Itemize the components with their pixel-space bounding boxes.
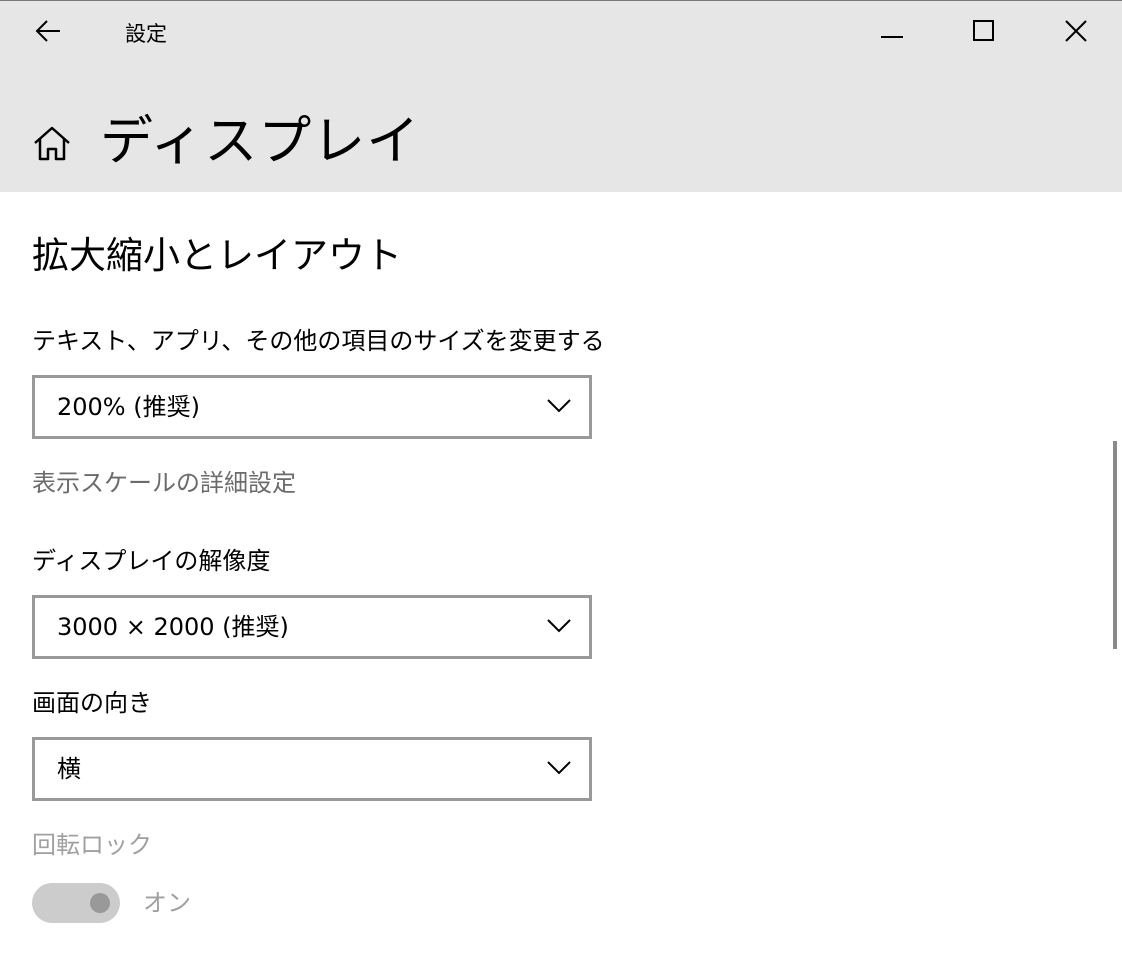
rotation-lock-label: 回転ロック <box>32 831 152 859</box>
chevron-down-icon <box>547 616 571 636</box>
maximize-icon <box>973 20 995 46</box>
resolution-dropdown-value: 3000 × 2000 (推奨) <box>57 613 289 641</box>
scale-label: テキスト、アプリ、その他の項目のサイズを変更する <box>32 327 605 355</box>
resolution-dropdown[interactable]: 3000 × 2000 (推奨) <box>32 595 592 659</box>
resolution-label: ディスプレイの解像度 <box>32 547 271 575</box>
close-button[interactable] <box>1046 9 1106 57</box>
chevron-down-icon <box>547 396 571 416</box>
orientation-label: 画面の向き <box>32 689 152 717</box>
maximize-button[interactable] <box>954 9 1014 57</box>
home-button[interactable] <box>26 119 78 171</box>
settings-window: 設定 ディスプレイ 拡大縮小とレイアウト テキスト、アプリ、その他の項目のサイズ… <box>0 0 1122 974</box>
rotation-lock-toggle[interactable] <box>32 883 120 923</box>
scale-dropdown[interactable]: 200% (推奨) <box>32 375 592 439</box>
home-icon <box>32 125 72 165</box>
app-title: 設定 <box>125 22 167 46</box>
chevron-down-icon <box>547 758 571 778</box>
minimize-button[interactable] <box>862 9 922 57</box>
scrollbar-thumb[interactable] <box>1113 441 1117 649</box>
advanced-scaling-link[interactable]: 表示スケールの詳細設定 <box>32 466 296 500</box>
page-title: ディスプレイ <box>100 111 421 172</box>
close-icon <box>1065 20 1087 46</box>
back-button[interactable] <box>20 11 76 55</box>
minimize-icon <box>881 24 903 43</box>
scale-dropdown-value: 200% (推奨) <box>57 393 200 421</box>
orientation-dropdown[interactable]: 横 <box>32 737 592 801</box>
back-arrow-icon <box>34 19 62 47</box>
header-bar: 設定 ディスプレイ <box>0 1 1122 192</box>
toggle-knob <box>90 893 110 913</box>
section-heading: 拡大縮小とレイアウト <box>32 234 402 277</box>
rotation-lock-state: オン <box>143 889 191 917</box>
orientation-dropdown-value: 横 <box>57 755 81 783</box>
